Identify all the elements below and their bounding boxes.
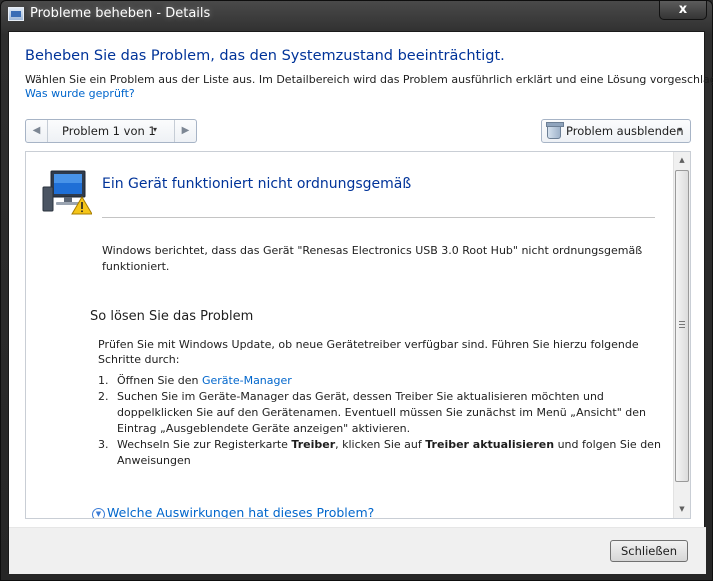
hide-problem-label: Problem ausblenden — [566, 124, 684, 138]
solution-intro: Prüfen Sie mit Windows Update, ob neue G… — [98, 338, 639, 366]
details-panel[interactable]: Ein Gerät funktioniert nicht ordnungsgem… — [25, 151, 691, 519]
step-text: Wechseln Sie zur Registerkarte — [117, 438, 292, 451]
step-number: 1. — [98, 374, 109, 387]
title-bar[interactable]: Probleme beheben - Details x — [1, 1, 712, 31]
dialog-footer: Schließen — [9, 528, 706, 574]
recycle-bin-icon — [546, 122, 564, 139]
what-was-checked-link[interactable]: Was wurde geprüft? — [25, 87, 135, 100]
step-bold-text: Treiber — [291, 438, 336, 451]
step-number: 3. — [98, 438, 109, 451]
problem-title: Ein Gerät funktioniert nicht ordnungsgem… — [102, 176, 412, 192]
impact-link-label: Welche Auswirkungen hat dieses Problem? — [107, 505, 375, 519]
window-title: Probleme beheben - Details — [30, 6, 211, 21]
problem-description: Windows berichtet, dass das Gerät "Renes… — [102, 244, 643, 273]
previous-problem-button[interactable]: ◀ — [26, 120, 48, 142]
solution-heading: So lösen Sie das Problem — [90, 309, 254, 324]
dialog-window: Probleme beheben - Details x Beheben Sie… — [0, 0, 713, 581]
scroll-up-button[interactable]: ▲ — [674, 152, 690, 169]
solution-steps: 1. Öffnen Sie den Geräte-Manager 2. Such… — [98, 373, 668, 469]
window-close-button[interactable]: x — [659, 1, 707, 20]
chevron-down-icon[interactable]: ▾ — [153, 125, 157, 134]
problem-counter-dropdown[interactable]: Problem 1 von 1 — [62, 124, 156, 138]
problem-navigator: ◀ Problem 1 von 1 ▾ ▶ — [25, 119, 197, 143]
grip-icon — [679, 321, 685, 328]
list-item: 2. Suchen Sie im Geräte-Manager das Gerä… — [98, 389, 668, 437]
troubleshooter-app-icon — [8, 7, 24, 21]
next-problem-button[interactable]: ▶ — [174, 120, 196, 142]
hide-problem-button[interactable]: Problem ausblenden ▾ — [541, 119, 691, 143]
list-item: 1. Öffnen Sie den Geräte-Manager — [98, 373, 668, 389]
dialog-content: Beheben Sie das Problem, das den Systemz… — [8, 31, 713, 574]
computer-warning-icon — [42, 170, 92, 215]
step-text: , klicken Sie auf — [335, 438, 426, 451]
close-button[interactable]: Schließen — [610, 540, 688, 562]
step-bold-text: Treiber aktualisieren — [425, 438, 555, 451]
impact-expander-link[interactable]: ▼ Welche Auswirkungen hat dieses Problem? — [92, 505, 375, 519]
expand-down-icon: ▼ — [92, 508, 105, 518]
step-text: Öffnen Sie den — [117, 374, 202, 387]
scroll-thumb[interactable] — [675, 170, 689, 482]
step-number: 2. — [98, 390, 109, 403]
step-text: Suchen Sie im Geräte-Manager das Gerät, … — [117, 390, 646, 435]
device-manager-link[interactable]: Geräte-Manager — [202, 374, 292, 387]
vertical-scrollbar[interactable]: ▲ ▼ — [673, 152, 690, 518]
list-item: 3. Wechseln Sie zur Registerkarte Treibe… — [98, 437, 668, 469]
chevron-down-icon: ▾ — [678, 125, 683, 134]
scroll-down-button[interactable]: ▼ — [674, 501, 690, 518]
page-heading: Beheben Sie das Problem, das den Systemz… — [25, 48, 505, 64]
page-description: Wählen Sie ein Problem aus der Liste aus… — [25, 73, 713, 86]
divider — [102, 217, 655, 218]
